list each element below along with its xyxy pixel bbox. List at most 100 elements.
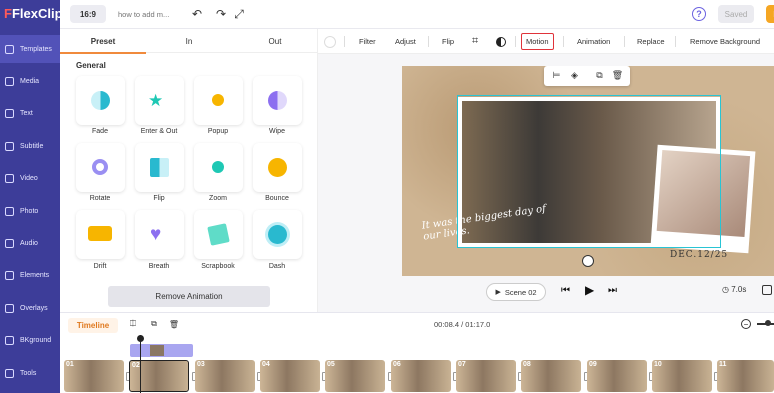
saved-status: Saved	[718, 5, 754, 23]
remove-background-button[interactable]: Remove Background	[690, 29, 760, 54]
replace-button[interactable]: Replace	[637, 29, 665, 54]
rotate-handle-icon[interactable]	[582, 255, 594, 267]
animation-card-popup[interactable]	[194, 76, 243, 125]
animation-label: Scrapbook	[201, 263, 235, 270]
animation-card-enter-out[interactable]: ★	[135, 76, 184, 125]
timeline-clip[interactable]: 07	[456, 360, 516, 392]
crop-icon[interactable]: ⌗	[472, 29, 478, 54]
clip-number: 02	[132, 362, 140, 369]
split-icon[interactable]: ⎅	[128, 319, 138, 329]
layers-icon[interactable]: ◈	[569, 70, 580, 81]
playhead[interactable]	[137, 335, 144, 393]
export-button[interactable]: E	[766, 5, 774, 23]
animation-card-rotate[interactable]	[76, 143, 125, 192]
timeline-clip[interactable]: 11	[717, 360, 774, 392]
sidebar-item-tools[interactable]: Tools	[0, 359, 60, 387]
sidebar-item-background[interactable]: BKground	[0, 326, 60, 354]
sidebar-item-templates[interactable]: Templates	[0, 35, 60, 63]
animation-card-bounce[interactable]	[253, 143, 302, 192]
editor-toolbar: Filter Adjust Flip ⌗ Motion Animation Re…	[318, 29, 774, 54]
delete-clip-icon[interactable]: 🗑	[169, 319, 179, 329]
animation-card-scrapbook[interactable]	[194, 210, 243, 259]
divider	[515, 36, 516, 47]
animation-label: Drift	[93, 263, 107, 270]
timeline-clip[interactable]: 08	[521, 360, 581, 392]
background-icon	[5, 335, 14, 345]
sidebar-item-video[interactable]: Video	[0, 164, 60, 192]
filter-button[interactable]: Filter	[359, 29, 376, 54]
remove-animation-button[interactable]: Remove Animation	[108, 286, 270, 307]
animation-card-zoom[interactable]	[194, 143, 243, 192]
timeline-clip[interactable]: 01	[64, 360, 124, 392]
scene-label: Scene 02	[504, 287, 537, 297]
timeline-clip[interactable]: 03	[195, 360, 255, 392]
play-icon[interactable]: ▶	[585, 283, 594, 297]
timeline-clip[interactable]: 10	[652, 360, 712, 392]
sidebar-item-photo[interactable]: Photo	[0, 197, 60, 225]
timeline-clip[interactable]: 09	[587, 360, 647, 392]
animation-label: Enter & Out	[140, 128, 178, 135]
drift-icon	[88, 226, 112, 241]
canvas-area: DEC.12/25 It was the biggest day of our …	[318, 54, 774, 312]
sidebar-item-elements[interactable]: Elements	[0, 261, 60, 289]
logo-text: FlexClip	[11, 6, 63, 21]
tab-out[interactable]: Out	[232, 29, 318, 53]
animation-card-breath[interactable]: ♥	[135, 210, 184, 259]
tab-preset[interactable]: Preset	[60, 29, 146, 54]
sidebar-item-text[interactable]: Text	[0, 99, 60, 127]
timeline-toggle-button[interactable]: Timeline	[68, 318, 118, 333]
duplicate-icon[interactable]: ⧉	[594, 70, 605, 81]
animation-card-wipe[interactable]	[253, 76, 302, 125]
animation-label: Zoom	[209, 195, 227, 202]
animation-button[interactable]: Animation	[577, 29, 610, 54]
animation-card-fade[interactable]	[76, 76, 125, 125]
delete-icon[interactable]: 🗑	[612, 70, 623, 81]
help-icon[interactable]: ?	[692, 7, 706, 21]
animation-card-flip[interactable]	[135, 143, 184, 192]
animation-card-dash[interactable]	[253, 210, 302, 259]
top-bar: 16:9 ↶ ↷ ⤢ ? Saved E	[60, 0, 774, 29]
adjust-button[interactable]: Adjust	[395, 29, 416, 54]
heart-icon: ♥	[150, 224, 162, 245]
scene-duration[interactable]: ◷ 7.0s	[722, 285, 746, 294]
color-swatch-icon[interactable]	[324, 29, 336, 54]
date-text[interactable]: DEC.12/25	[670, 250, 728, 260]
animation-label: Flip	[153, 195, 165, 202]
timeline-label: Timeline	[76, 321, 110, 330]
zoom-icon	[212, 161, 224, 173]
previous-scene-icon[interactable]: ⏮	[561, 285, 570, 296]
clip-number: 11	[719, 361, 727, 368]
popup-icon	[212, 94, 224, 106]
flip-button[interactable]: Flip	[442, 29, 454, 54]
sidebar-item-overlays[interactable]: Overlays	[0, 294, 60, 322]
tab-in[interactable]: In	[146, 29, 232, 53]
app-logo[interactable]: FFlexClip	[4, 6, 63, 21]
timeline-clip[interactable]: 06	[391, 360, 451, 392]
redo-icon[interactable]: ↷	[214, 7, 228, 21]
duplicate-clip-icon[interactable]: ⧉	[149, 319, 159, 329]
fullscreen-preview-icon[interactable]	[762, 285, 772, 295]
video-stage[interactable]: DEC.12/25 It was the biggest day of our …	[402, 66, 774, 276]
next-scene-icon[interactable]: ⏭	[608, 285, 617, 296]
timeline-clip[interactable]: 02	[129, 360, 189, 392]
align-icon[interactable]: ⊨	[551, 70, 562, 81]
undo-icon[interactable]: ↶	[190, 7, 204, 21]
clip-number: 06	[393, 361, 401, 368]
zoom-slider-handle[interactable]	[765, 320, 771, 326]
aspect-ratio-button[interactable]: 16:9	[70, 5, 106, 23]
fullscreen-icon[interactable]: ⤢	[232, 7, 246, 21]
section-title: General	[76, 61, 106, 70]
rotate-icon	[92, 159, 108, 175]
sidebar-item-media[interactable]: Media	[0, 67, 60, 95]
sidebar-item-subtitle[interactable]: Subtitle	[0, 132, 60, 160]
animation-label: Bounce	[265, 195, 289, 202]
motion-button[interactable]: Motion	[521, 33, 554, 50]
scene-selector[interactable]: ▶ Scene 02	[486, 283, 546, 301]
scrapbook-icon	[207, 223, 230, 246]
timeline-clip[interactable]: 04	[260, 360, 320, 392]
zoom-out-icon[interactable]: −	[741, 319, 751, 329]
animation-card-drift[interactable]	[76, 210, 125, 259]
timeline-clip[interactable]: 05	[325, 360, 385, 392]
contrast-icon[interactable]	[496, 29, 506, 54]
sidebar-item-audio[interactable]: Audio	[0, 229, 60, 257]
